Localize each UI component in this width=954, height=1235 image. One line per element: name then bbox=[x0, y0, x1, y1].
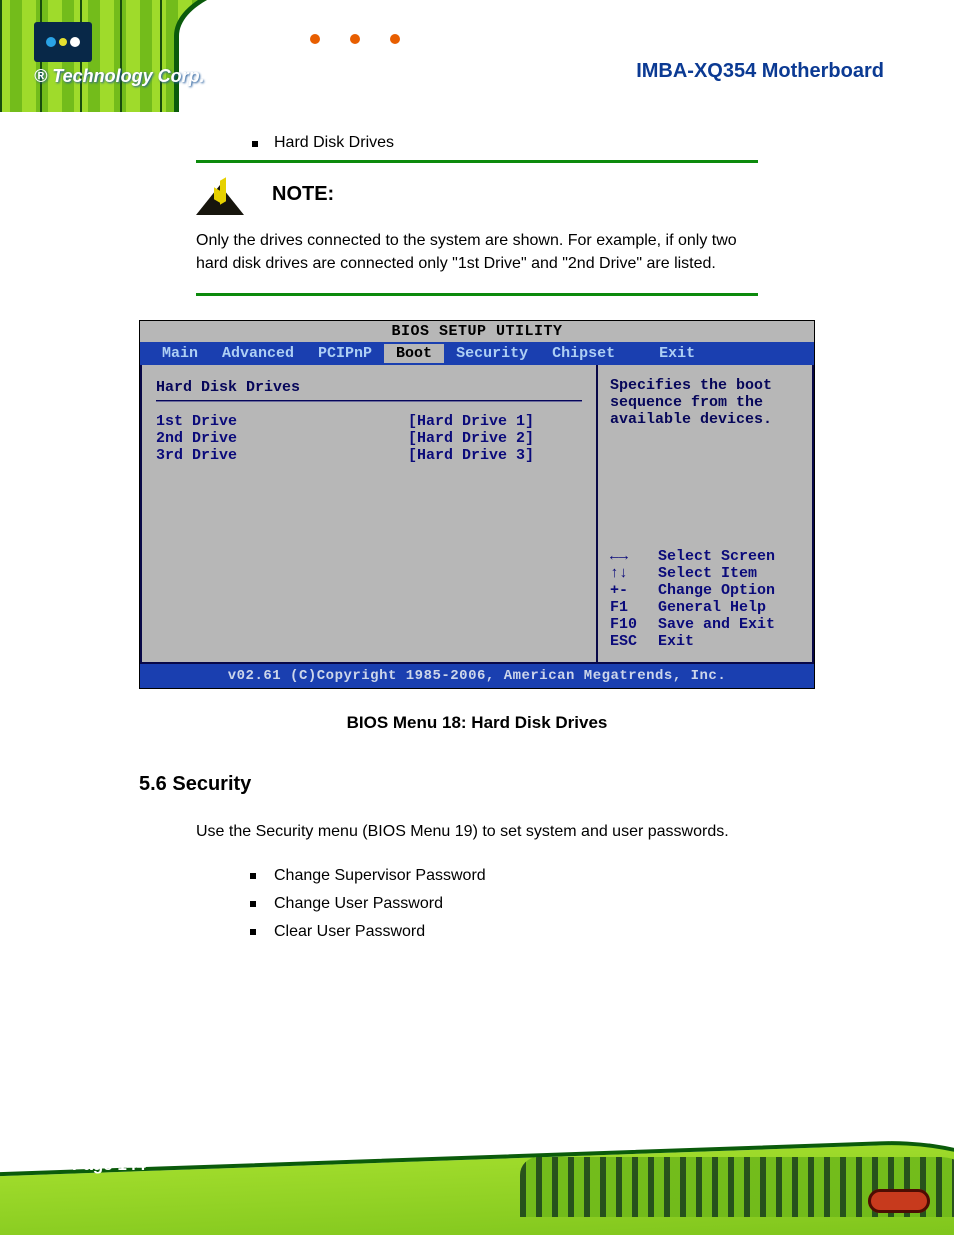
keyhelp-desc: Exit bbox=[658, 633, 694, 650]
bios-tab-advanced[interactable]: Advanced bbox=[210, 344, 306, 363]
drive-value: [Hard Drive 2] bbox=[408, 430, 534, 447]
bios-copyright: v02.61 (C)Copyright 1985-2006, American … bbox=[140, 664, 814, 688]
list-item: Change User Password bbox=[250, 895, 954, 913]
security-menu-list: Change Supervisor Password Change User P… bbox=[250, 867, 954, 941]
brand-tagline: ® Technology Corp. bbox=[34, 66, 205, 87]
bios-tab-pcipnp[interactable]: PCIPnP bbox=[306, 344, 384, 363]
figure-label: BIOS Menu 18: Hard Disk Drives bbox=[0, 713, 954, 733]
header-banner: ® Technology Corp. IMBA-XQ354 Motherboar… bbox=[0, 0, 954, 112]
bios-key-help: ←→Select Screen ↑↓Select Item +-Change O… bbox=[610, 548, 800, 650]
keyhelp-desc: Select Item bbox=[658, 565, 757, 582]
bios-right-panel: Specifies the boot sequence from the ava… bbox=[598, 365, 814, 664]
bios-tab-chipset[interactable]: Chipset bbox=[540, 344, 627, 363]
security-intro: Use the Security menu (BIOS Menu 19) to … bbox=[196, 820, 758, 845]
bios-menubar: Main Advanced PCIPnP Boot Security Chips… bbox=[140, 342, 814, 365]
bios-help-text: Specifies the boot sequence from the ava… bbox=[610, 377, 800, 428]
brand-block: ® Technology Corp. bbox=[34, 22, 205, 87]
bios-panel-heading: Hard Disk Drives bbox=[156, 379, 582, 396]
footer-pill-icon bbox=[868, 1189, 930, 1213]
section-heading-security: 5.6 Security bbox=[139, 773, 954, 796]
note-check-icon bbox=[196, 181, 244, 215]
drive-value: [Hard Drive 3] bbox=[408, 447, 534, 464]
keyhelp-key: ESC bbox=[610, 633, 658, 650]
document-title: IMBA-XQ354 Motherboard bbox=[636, 60, 884, 83]
list-label: Clear User Password bbox=[274, 923, 425, 941]
list-item: Clear User Password bbox=[250, 923, 954, 941]
keyhelp-key: +- bbox=[610, 582, 658, 599]
drive-row-3[interactable]: 3rd Drive [Hard Drive 3] bbox=[156, 447, 582, 464]
bios-tab-exit[interactable]: Exit bbox=[647, 344, 707, 363]
drive-slot: 2nd Drive bbox=[156, 430, 408, 447]
note-block: NOTE: Only the drives connected to the s… bbox=[196, 181, 758, 275]
list-label: Change User Password bbox=[274, 895, 443, 913]
page-number: Page 144 bbox=[72, 1155, 146, 1175]
note-body: Only the drives connected to the system … bbox=[196, 229, 758, 275]
list-label: Change Supervisor Password bbox=[274, 867, 486, 885]
bullet-icon bbox=[250, 929, 256, 935]
header-dots bbox=[310, 34, 400, 44]
bullet-icon bbox=[252, 141, 258, 147]
list-item: Change Supervisor Password bbox=[250, 867, 954, 885]
bios-panel-underline bbox=[156, 400, 582, 401]
bios-title: BIOS SETUP UTILITY bbox=[140, 321, 814, 342]
drive-slot: 3rd Drive bbox=[156, 447, 408, 464]
note-heading: NOTE: bbox=[272, 183, 334, 206]
bullet-icon bbox=[250, 901, 256, 907]
drive-row-2[interactable]: 2nd Drive [Hard Drive 2] bbox=[156, 430, 582, 447]
drive-slot: 1st Drive bbox=[156, 413, 408, 430]
keyhelp-key: ↑↓ bbox=[610, 565, 658, 582]
keyhelp-key: ←→ bbox=[610, 548, 658, 565]
keyhelp-desc: Save and Exit bbox=[658, 616, 775, 633]
bios-tab-main[interactable]: Main bbox=[150, 344, 210, 363]
bios-left-panel: Hard Disk Drives 1st Drive [Hard Drive 1… bbox=[140, 365, 598, 664]
divider-bottom bbox=[196, 293, 758, 296]
divider-top bbox=[196, 160, 758, 163]
bios-window: BIOS SETUP UTILITY Main Advanced PCIPnP … bbox=[139, 320, 815, 689]
keyhelp-desc: General Help bbox=[658, 599, 766, 616]
bullet-icon bbox=[250, 873, 256, 879]
drive-row-1[interactable]: 1st Drive [Hard Drive 1] bbox=[156, 413, 582, 430]
bios-tab-boot[interactable]: Boot bbox=[384, 344, 444, 363]
drive-value: [Hard Drive 1] bbox=[408, 413, 534, 430]
keyhelp-key: F1 bbox=[610, 599, 658, 616]
keyhelp-key: F10 bbox=[610, 616, 658, 633]
keyhelp-desc: Change Option bbox=[658, 582, 775, 599]
footer-banner: Page 144 bbox=[0, 1115, 954, 1235]
brand-logo-icon bbox=[34, 22, 92, 62]
keyhelp-desc: Select Screen bbox=[658, 548, 775, 565]
bullet-label: Hard Disk Drives bbox=[274, 134, 394, 152]
bios-tab-security[interactable]: Security bbox=[444, 344, 540, 363]
